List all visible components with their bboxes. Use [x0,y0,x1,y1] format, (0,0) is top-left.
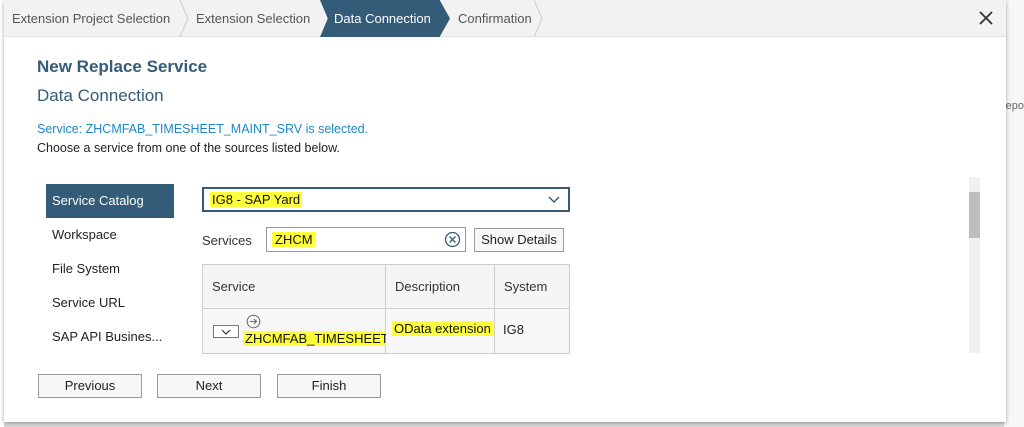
scrollbar-thumb[interactable] [969,192,980,238]
system-cell-wrap: IG8 [495,309,569,353]
close-icon [979,11,993,25]
system-select-value: IG8 - SAP Yard [210,192,303,207]
nav-item-sap-api-business-hub[interactable]: SAP API Busines... [46,320,174,354]
source-nav: Service Catalog Workspace File System Se… [46,184,174,354]
content-scrollbar[interactable] [969,177,980,353]
wizard-step-extension-project-selection[interactable]: Extension Project Selection [4,0,170,37]
wizard-step-extension-selection[interactable]: Extension Selection [188,0,310,37]
dialog-title: New Replace Service [37,57,208,76]
nav-item-service-catalog[interactable]: Service Catalog [46,184,174,218]
system-cell: IG8 [503,322,524,337]
show-details-button[interactable]: Show Details [474,228,564,252]
clear-search-icon[interactable] [444,231,461,248]
finish-button[interactable]: Finish [277,374,381,398]
close-button[interactable] [974,6,998,30]
description-cell: OData extension [392,321,493,336]
wizard-step-data-connection[interactable]: Data Connection [326,0,431,37]
chevron-down-icon [548,196,560,203]
nav-item-workspace[interactable]: Workspace [46,218,174,252]
column-header-description[interactable]: Description [386,265,495,309]
instruction-text: Choose a service from one of the sources… [37,141,340,155]
service-search-value: ZHCM [272,232,316,247]
services-table: Service Description System ZHCMFAB_TIMES… [202,264,570,354]
description-cell-wrap: OData extension [386,309,495,353]
table-row[interactable]: ZHCMFAB_TIMESHEET_ [203,309,398,353]
nav-item-service-url[interactable]: Service URL [46,286,174,320]
services-label: Services [202,233,252,248]
service-search-input[interactable]: ZHCM [266,227,466,252]
expand-row-button[interactable] [213,325,239,338]
dialog-subtitle: Data Connection [37,86,164,105]
chevron-down-icon [221,329,231,335]
chevron-right-icon [533,0,543,37]
system-select[interactable]: IG8 - SAP Yard [202,187,570,212]
wizard-step-confirmation[interactable]: Confirmation [450,0,532,37]
selected-service-message: Service: ZHCMFAB_TIMESHEET_MAINT_SRV is … [37,122,369,136]
wizard-progress-bar: Extension Project Selection Extension Se… [4,0,1006,37]
background-app-text: epo [1005,100,1024,112]
previous-button[interactable]: Previous [38,374,142,398]
column-header-system[interactable]: System [495,265,569,309]
new-replace-service-dialog: Extension Project Selection Extension Se… [4,0,1006,422]
next-button[interactable]: Next [157,374,261,398]
background-app-right: epo [1004,0,1024,427]
column-header-service[interactable]: Service [203,265,386,309]
nav-item-file-system[interactable]: File System [46,252,174,286]
navigate-arrow-icon[interactable] [246,314,261,329]
service-name-cell: ZHCMFAB_TIMESHEET_ [243,331,398,346]
